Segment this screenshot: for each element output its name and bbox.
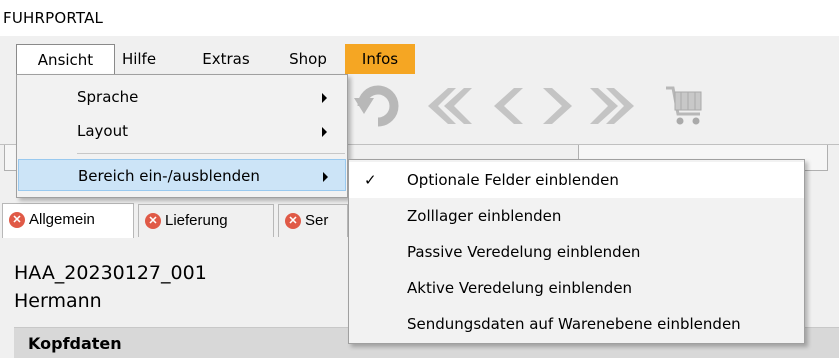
menu-extras[interactable]: Extras xyxy=(196,44,256,74)
submenu-item-label: Passive Veredelung einblenden xyxy=(407,243,641,261)
menu-item-sprache[interactable]: Sprache xyxy=(18,81,346,113)
tab-sendung-label: Ser xyxy=(305,212,329,229)
reference-number: HAA_20230127_001 xyxy=(14,262,207,284)
menu-hilfe[interactable]: Hilfe xyxy=(117,44,161,74)
first-page-icon[interactable] xyxy=(422,84,472,128)
error-icon: ✕ xyxy=(285,213,301,229)
last-page-icon[interactable] xyxy=(590,84,640,128)
error-icon: ✕ xyxy=(145,213,161,229)
ansicht-dropdown: Sprache Layout Bereich ein-/ausblenden xyxy=(16,74,348,198)
bereich-submenu: ✓ Optionale Felder einblenden Zolllager … xyxy=(348,159,805,344)
menubar: Ansicht Hilfe Extras Shop Infos xyxy=(16,44,839,74)
submenu-item-label: Sendungsdaten auf Warenebene einblenden xyxy=(407,315,741,333)
submenu-item-optionale-felder[interactable]: ✓ Optionale Felder einblenden xyxy=(349,162,804,198)
submenu-item-label: Aktive Veredelung einblenden xyxy=(407,279,633,297)
submenu-arrow-icon xyxy=(322,127,327,137)
undo-icon[interactable] xyxy=(352,84,404,128)
section-title: Kopfdaten xyxy=(28,334,122,353)
submenu-item-passive-veredelung[interactable]: Passive Veredelung einblenden xyxy=(349,234,804,270)
submenu-item-sendungsdaten[interactable]: Sendungsdaten auf Warenebene einblenden xyxy=(349,306,804,342)
menu-ansicht[interactable]: Ansicht xyxy=(16,44,115,74)
app-title: FUHRPORTAL xyxy=(3,9,104,27)
menu-item-bereich[interactable]: Bereich ein-/ausblenden xyxy=(18,159,346,191)
menu-item-sprache-label: Sprache xyxy=(77,88,139,106)
tab-lieferung[interactable]: ✕ Lieferung xyxy=(138,204,274,237)
menu-shop[interactable]: Shop xyxy=(282,44,334,74)
customer-name: Hermann xyxy=(14,290,102,312)
shopping-cart-icon[interactable] xyxy=(664,84,706,128)
next-icon[interactable] xyxy=(540,84,576,128)
menu-separator xyxy=(77,153,345,154)
tab-allgemein[interactable]: ✕ Allgemein xyxy=(2,203,134,238)
menu-infos[interactable]: Infos xyxy=(345,44,415,74)
menu-item-bereich-label: Bereich ein-/ausblenden xyxy=(78,167,260,185)
submenu-arrow-icon xyxy=(322,93,327,103)
previous-icon[interactable] xyxy=(490,84,526,128)
tab-sendung[interactable]: ✕ Ser xyxy=(278,204,348,237)
tab-lieferung-label: Lieferung xyxy=(165,212,228,229)
submenu-arrow-icon xyxy=(323,172,328,182)
submenu-item-zolllager[interactable]: Zolllager einblenden xyxy=(349,198,804,234)
submenu-item-aktive-veredelung[interactable]: Aktive Veredelung einblenden xyxy=(349,270,804,306)
tab-allgemein-label: Allgemein xyxy=(29,211,95,228)
title-bar: FUHRPORTAL xyxy=(0,0,839,36)
submenu-item-label: Optionale Felder einblenden xyxy=(407,171,619,189)
menu-item-layout-label: Layout xyxy=(77,122,128,140)
menu-item-layout[interactable]: Layout xyxy=(18,115,346,147)
error-icon: ✕ xyxy=(9,212,25,228)
checkmark-icon: ✓ xyxy=(364,171,377,189)
submenu-item-label: Zolllager einblenden xyxy=(407,207,562,225)
